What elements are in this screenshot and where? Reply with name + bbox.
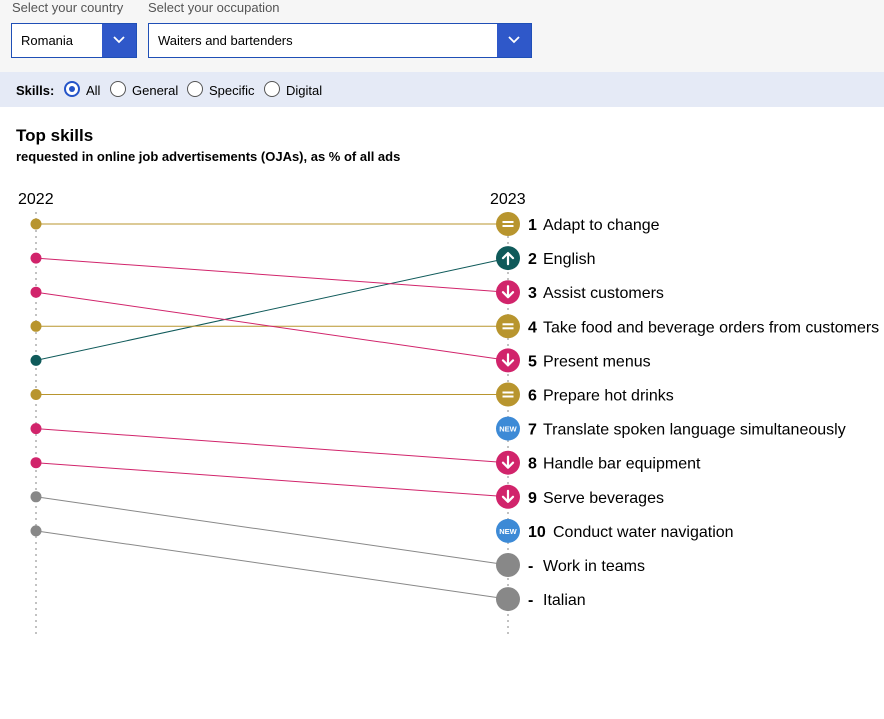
point-2022 [30,218,42,230]
skills-radio-specific-label: Specific [209,83,255,98]
slope-line [35,257,509,361]
point-2022 [30,286,42,298]
point-2022 [30,525,42,537]
occupation-select[interactable]: Waiters and bartenders [148,23,532,58]
skill-row-2023: 4 Take food and beverage orders from cust… [496,314,879,339]
radio-unselected-icon [187,81,203,97]
skill-row-2023: 5 Present menus [496,348,651,373]
country-select[interactable]: Romania [11,23,137,58]
skill-rank: 1 [528,217,537,234]
point-2022 [30,354,42,366]
point-2023 [496,587,520,612]
skill-name: Work in teams [543,558,645,575]
point-2022 [30,423,42,435]
occupation-select-label: Select your occupation [148,0,280,15]
skill-rank: 6 [528,388,537,405]
skill-name: Conduct water navigation [553,524,734,541]
new-badge-icon: NEW [499,425,517,434]
skill-rank: - [528,592,533,609]
country-dropdown-button[interactable] [102,24,136,57]
skill-row-2023: - Work in teams [496,553,645,577]
radio-unselected-icon [110,81,126,97]
skill-row-2023: NEW 7 Translate spoken language simultaneo… [496,416,846,441]
skills-radio-digital-label: Digital [286,83,323,98]
skill-row-2023: 1 Adapt to change [496,212,660,236]
slope-line [35,496,509,566]
skill-row-2023: - Italian [496,587,586,612]
skill-name: Handle bar equipment [543,456,701,473]
skill-name: Adapt to change [543,217,660,234]
point-2022 [30,320,42,332]
skill-rank: 5 [528,353,537,370]
point-2022 [30,252,42,264]
country-select-value: Romania [21,33,74,48]
country-select-label: Select your country [12,0,124,15]
year-label-2022: 2022 [18,191,54,208]
skills-radio-all-label: All [86,83,101,98]
skill-rank: - [528,558,533,575]
skill-name: Present menus [543,353,651,370]
slope-line [35,428,509,464]
skill-rank: 3 [528,285,537,302]
skill-row-2023: 9 Serve beverages [496,484,664,509]
point-2023 [496,314,520,339]
skill-name: Translate spoken language simultaneously [543,422,846,439]
skill-row-2023: 8 Handle bar equipment [496,450,701,475]
skill-row-2023: 3 Assist customers [496,280,664,305]
chevron-down-icon [113,36,125,44]
skills-radio-general-label: General [132,83,179,98]
point-2023 [496,382,520,407]
skill-row-2023: NEW 10 Conduct water navigation [496,518,734,543]
occupation-select-value: Waiters and bartenders [158,33,293,48]
point-2023 [496,212,520,236]
point-2022 [30,491,42,503]
skill-row-2023: 6 Prepare hot drinks [496,382,674,407]
chevron-down-icon [508,36,520,44]
radio-selected-icon [64,81,80,97]
skill-rank: 2 [528,251,537,268]
skill-rank: 9 [528,490,537,507]
filter-panel: Select your country Select your occupati… [0,0,884,72]
slope-line [35,462,509,498]
slope-line [35,257,509,293]
point-2022 [30,457,42,469]
skill-rank: 4 [528,319,537,336]
slope-chart: 2022 20231 Adapt to change 2 English 3 Assist … [18,191,879,636]
slope-line [35,530,509,600]
skill-name: Serve beverages [543,490,664,507]
skill-rank: 10 [528,524,546,541]
year-label-2023: 2023 [490,191,526,208]
chart-title: Top skills [16,126,94,145]
skills-filter-bar: Skills: All General Specific Digital [0,72,884,107]
skill-name: Italian [543,592,586,609]
skill-rank: 8 [528,456,537,473]
chart-subtitle: requested in online job advertisements (… [16,149,401,164]
new-badge-icon: NEW [499,527,517,536]
skill-name: Take food and beverage orders from custo… [543,319,879,336]
point-2023 [496,553,520,577]
skill-name: English [543,251,595,268]
radio-unselected-icon [264,81,280,97]
skills-filter-label: Skills: [16,83,55,98]
skill-row-2023: 2 English [496,246,595,271]
skill-rank: 7 [528,422,537,439]
skill-name: Prepare hot drinks [543,388,674,405]
skill-name: Assist customers [543,285,664,302]
point-2022 [30,389,42,400]
occupation-dropdown-button[interactable] [497,24,531,57]
